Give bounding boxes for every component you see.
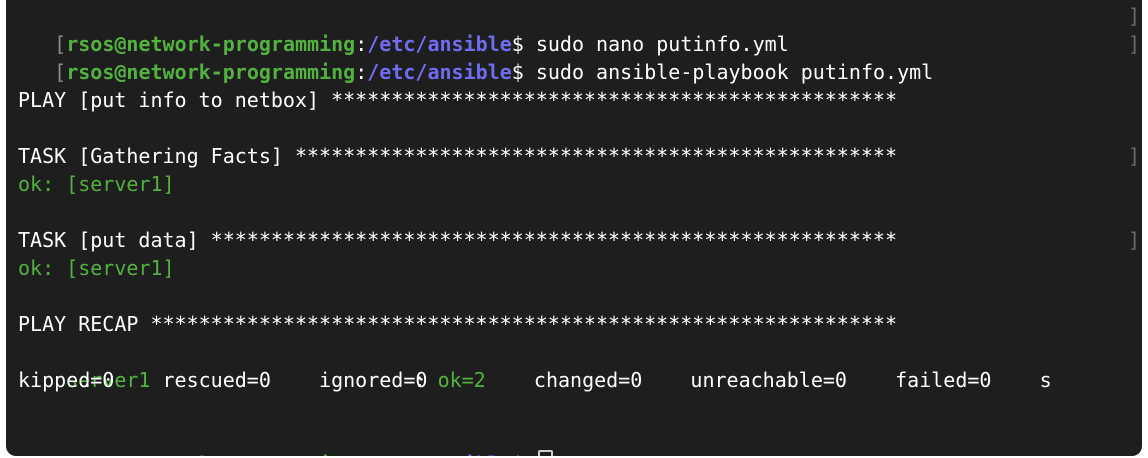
recap-line-1: server1: ok=2 changed=0 unreachable=0 fa… <box>18 338 1052 392</box>
recap-header: PLAY RECAP *****************************… <box>18 312 897 336</box>
prompt-path: /etc/ansible <box>367 60 512 84</box>
line-marker-right: ] <box>1127 228 1140 252</box>
play-header: PLAY [put info to netbox] **************… <box>18 88 897 112</box>
command-text: sudo ansible-playbook putinfo.yml <box>535 60 934 84</box>
line-marker: [ <box>54 60 67 84</box>
terminal-window[interactable]: [rsos@network-programming:/etc/ansible$ … <box>6 0 1142 456</box>
line-marker-right: ] <box>1127 144 1140 168</box>
current-prompt[interactable]: rsos@network-programming:/etc/ansible$ <box>18 422 553 456</box>
prompt-user-host: rsos@network-programming <box>66 452 355 456</box>
text-cursor <box>537 450 553 456</box>
task-header: TASK [put data] ************************… <box>18 228 897 252</box>
recap-ok: ok=2 <box>437 368 486 392</box>
line-marker-right: ] <box>1127 4 1140 28</box>
prompt-path: /etc/ansible <box>367 452 512 456</box>
recap-line-2: kipped=0 rescued=0 ignored=0 <box>18 368 428 392</box>
task-result: ok: [server1] <box>18 172 175 196</box>
task-result: ok: [server1] <box>18 256 175 280</box>
prompt-symbol: $ <box>511 60 524 84</box>
recap-stats: changed=0 unreachable=0 failed=0 s <box>485 368 1052 392</box>
prompt-user-host: rsos@network-programming <box>66 60 356 84</box>
command-line-2: [rsos@network-programming:/etc/ansible$ … <box>54 60 934 84</box>
task-header: TASK [Gathering Facts] *****************… <box>18 144 897 168</box>
command-line-1: [rsos@network-programming:/etc/ansible$ … <box>54 32 789 56</box>
prompt-symbol: $ <box>512 452 524 456</box>
line-marker-right: ] <box>1127 32 1140 56</box>
